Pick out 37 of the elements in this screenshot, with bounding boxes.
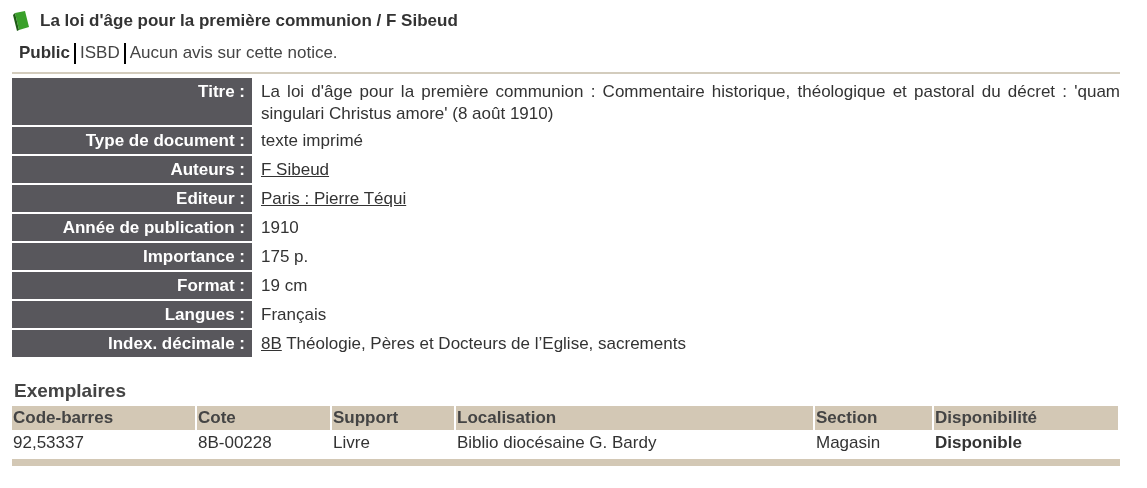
field-value: 19 cm <box>261 276 308 295</box>
table-cell-text: Livre <box>332 431 371 454</box>
column-header: Cote <box>197 405 330 430</box>
section-heading: Exemplaires <box>13 379 127 403</box>
field-label: Titre : <box>12 78 252 125</box>
review-note: Aucun avis sur cette notice. <box>128 42 339 65</box>
record-title: La loi d'âge pour la première communion / F Sibeud <box>40 10 458 33</box>
field-label: Index. décimale : <box>12 330 252 357</box>
table-cell-text: 92,53337 <box>12 431 85 454</box>
field-value: Théologie, Pères et Docteurs de l’Eglise, sacrements <box>286 334 686 353</box>
field-label: Importance : <box>12 243 252 270</box>
book-icon <box>12 10 32 32</box>
field-label: Format : <box>12 272 252 299</box>
column-header: Section <box>815 405 932 430</box>
table-cell-text: Biblio diocésaine G. Bardy <box>456 431 658 454</box>
table-cell-text: Disponible <box>934 431 1023 454</box>
field-label: Editeur : <box>12 185 252 212</box>
view-tab[interactable]: ISBD <box>78 40 122 66</box>
column-header: Code-barres <box>12 405 195 430</box>
field-label: Type de document : <box>12 127 252 154</box>
field-link[interactable]: F Sibeud <box>261 160 330 179</box>
column-header: Support <box>332 405 454 430</box>
table-cell-text: 8B-00228 <box>197 431 273 454</box>
column-header: Localisation <box>456 405 813 430</box>
field-value: 1910 <box>261 218 299 237</box>
field-value: texte imprimé <box>261 131 364 150</box>
field-value: Français <box>261 305 327 324</box>
field-label: Auteurs : <box>12 156 252 183</box>
field-value: 175 p. <box>261 247 309 266</box>
field-label: Année de publication : <box>12 214 252 241</box>
field-value: La loi d'âge pour la première communion : Commentaire historique, théologique et pastoral du décret : 'quam singulari Christus amore' (8 août 1910) <box>261 82 1120 123</box>
field-link[interactable]: Paris : Pierre Téqui <box>261 189 407 208</box>
field-link[interactable]: 8B <box>261 334 282 353</box>
field-label: Langues : <box>12 301 252 328</box>
table-cell-text: Magasin <box>815 431 882 454</box>
column-header: Disponibilité <box>934 405 1118 430</box>
view-tab[interactable]: Public <box>17 40 72 66</box>
